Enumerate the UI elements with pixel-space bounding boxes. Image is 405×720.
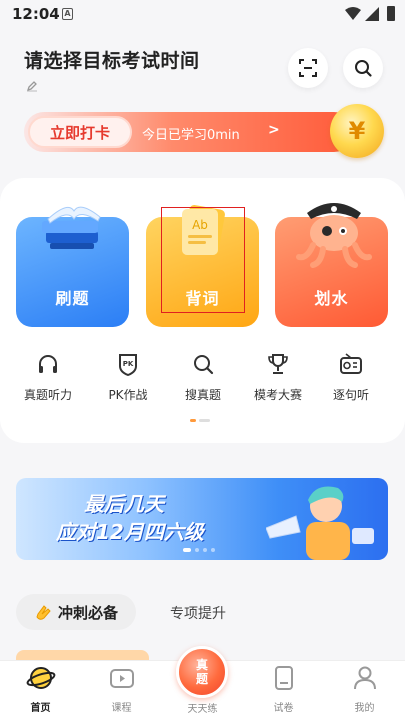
promo-title: 最后几天 bbox=[84, 492, 164, 516]
search-icon bbox=[194, 355, 214, 375]
tab-label-active: 冲刺必备 bbox=[57, 603, 118, 622]
edit-icon[interactable] bbox=[26, 80, 38, 92]
nav-label-paper: 试卷 bbox=[273, 703, 294, 714]
tool-label: PK作战 bbox=[108, 388, 148, 402]
chevron-right-icon: > bbox=[268, 122, 280, 138]
video-icon bbox=[109, 669, 134, 688]
trophy-icon bbox=[268, 354, 288, 374]
content-card-peek[interactable] bbox=[16, 650, 149, 660]
tab-chongci-bibei[interactable]: 冲刺必备 bbox=[16, 594, 136, 630]
nav-profile[interactable]: 我的 bbox=[324, 664, 405, 714]
tool-label: 搜真题 bbox=[184, 388, 221, 402]
feature-label-shuati: 刷题 bbox=[55, 289, 90, 308]
daily-practice-button[interactable]: 真 题 bbox=[176, 646, 228, 698]
center-line1: 真 bbox=[195, 658, 208, 672]
status-time: 12:04 bbox=[12, 5, 60, 23]
center-line2: 题 bbox=[195, 672, 208, 686]
wifi-icon bbox=[345, 7, 361, 20]
tool-zhuju-ting[interactable]: 逐句听 bbox=[311, 352, 391, 403]
page-title[interactable]: 请选择目标考试时间 bbox=[24, 46, 200, 73]
tool-pk-zuozhan[interactable]: PK PK作战 bbox=[88, 352, 168, 403]
scan-icon bbox=[299, 59, 317, 77]
nav-label-daily: 天天练 bbox=[187, 704, 218, 715]
tool-sou-zhenti[interactable]: 搜真题 bbox=[163, 352, 243, 403]
paper-icon bbox=[274, 666, 293, 690]
scan-button[interactable] bbox=[288, 48, 328, 88]
nav-home[interactable]: 首页 bbox=[0, 664, 81, 714]
headphones-icon bbox=[39, 355, 57, 373]
search-icon bbox=[355, 60, 372, 77]
search-button[interactable] bbox=[343, 48, 383, 88]
app-notification-icon: A bbox=[62, 8, 73, 20]
checkin-button[interactable]: 立即打卡 bbox=[28, 116, 132, 148]
radio-icon bbox=[340, 353, 362, 374]
clap-icon bbox=[36, 605, 51, 620]
battery-icon bbox=[387, 6, 395, 21]
study-time-text: 今日已学习0min bbox=[142, 128, 240, 143]
feature-label-huashui: 划水 bbox=[314, 289, 349, 308]
nav-label-profile: 我的 bbox=[354, 703, 375, 714]
book-stack-icon bbox=[42, 206, 101, 249]
nav-label-home: 首页 bbox=[30, 703, 51, 714]
nav-course[interactable]: 课程 bbox=[81, 664, 162, 714]
planet-icon bbox=[26, 667, 55, 689]
tool-zhenti-tingli[interactable]: 真题听力 bbox=[8, 352, 88, 403]
daily-practice-icon: 真 题 bbox=[196, 658, 208, 686]
pk-shield-icon: PK bbox=[119, 354, 137, 376]
promo-page-indicator bbox=[183, 548, 215, 552]
tab-zhuanxiang-tisheng[interactable]: 专项提升 bbox=[170, 603, 226, 623]
signal-icon bbox=[365, 7, 379, 21]
checkin-button-label: 立即打卡 bbox=[49, 123, 110, 142]
pirate-octopus-icon bbox=[296, 203, 372, 268]
highlight-box bbox=[161, 207, 245, 313]
user-icon bbox=[353, 666, 376, 690]
tool-label: 真题听力 bbox=[23, 388, 72, 402]
tool-label: 模考大赛 bbox=[253, 388, 302, 402]
feature-card-shuati[interactable]: 刷题 bbox=[16, 206, 129, 327]
mascot-illustration bbox=[266, 486, 374, 560]
nav-label-course: 课程 bbox=[111, 703, 132, 714]
promo-subtitle: 应对12月四六级 bbox=[56, 520, 204, 544]
tool-label: 逐句听 bbox=[332, 388, 369, 402]
coin-icon: ¥ bbox=[330, 104, 384, 158]
page-indicator bbox=[199, 419, 210, 422]
nav-daily-practice[interactable]: 天天练 bbox=[162, 700, 243, 715]
tool-mokao-dasai[interactable]: 模考大赛 bbox=[238, 352, 318, 403]
page-indicator-active bbox=[190, 419, 196, 422]
nav-paper[interactable]: 试卷 bbox=[243, 664, 324, 714]
feature-card-huashui[interactable]: 划水 bbox=[275, 203, 388, 327]
pk-badge-text: PK bbox=[123, 360, 134, 368]
